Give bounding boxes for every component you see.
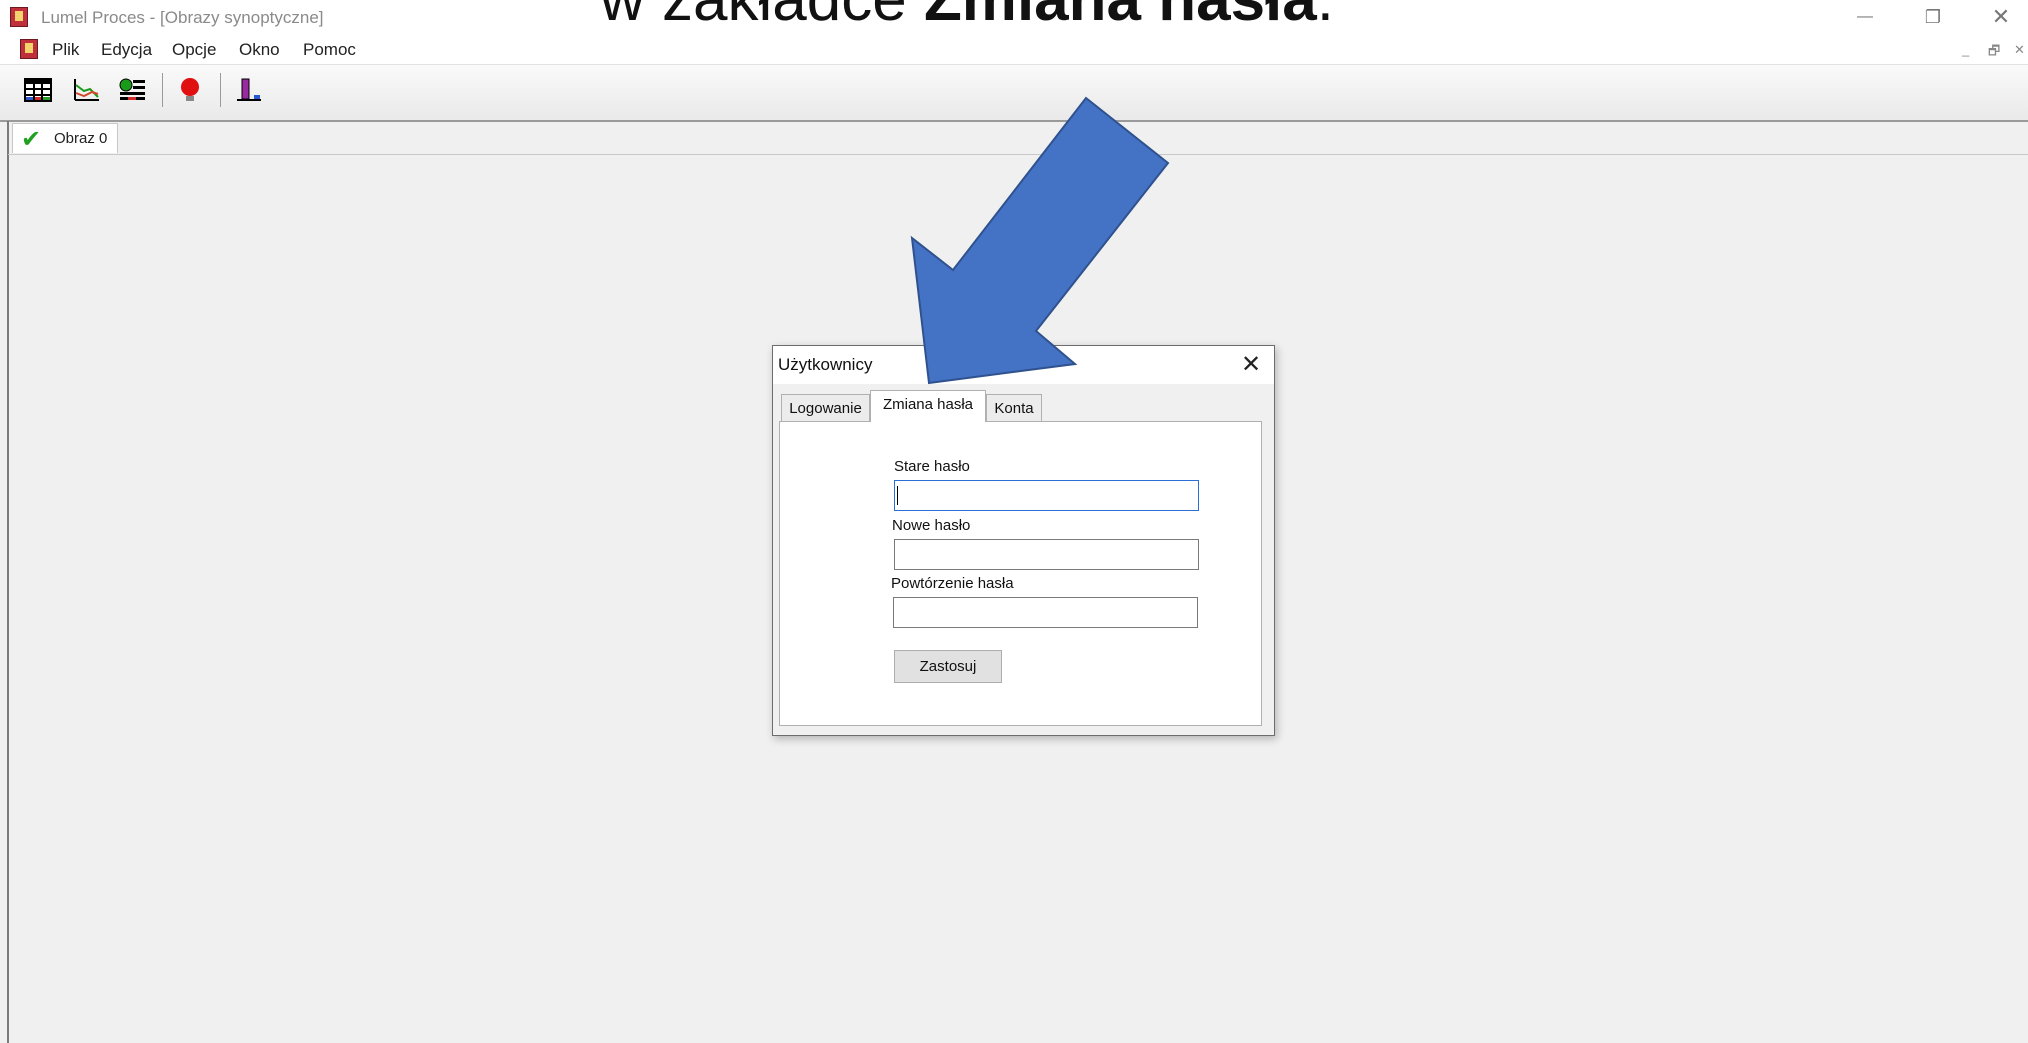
- minimize-button[interactable]: —: [1838, 2, 1892, 32]
- headline-suffix: .: [1317, 0, 1334, 34]
- change-password-panel: Stare hasło Nowe hasło Powtórzenie hasła…: [779, 421, 1262, 726]
- bar-graph-icon[interactable]: [234, 77, 262, 103]
- app-icon: [10, 7, 28, 27]
- menu-pomoc[interactable]: Pomoc: [303, 40, 356, 60]
- headline-caption: w zakładce Zmiana hasła.: [600, 0, 1334, 35]
- text-caret: [897, 486, 898, 505]
- dialog-title: Użytkownicy: [778, 355, 873, 374]
- check-icon: ✔: [21, 126, 42, 153]
- mdi-left-border: [7, 121, 9, 1043]
- old-password-label: Stare hasło: [894, 458, 970, 475]
- headline-prefix: w zakładce: [600, 0, 924, 34]
- menu-edycja[interactable]: Edycja: [101, 40, 152, 60]
- apply-button[interactable]: Zastosuj: [894, 650, 1002, 683]
- new-password-label: Nowe hasło: [892, 517, 971, 534]
- mdi-restore-button[interactable]: 🗗: [1988, 42, 2000, 64]
- old-password-input[interactable]: [894, 480, 1199, 511]
- tab-obraz-0[interactable]: ✔ Obraz 0: [12, 123, 118, 153]
- alarm-bulb-icon[interactable]: [176, 77, 204, 103]
- tab-konta[interactable]: Konta: [986, 394, 1042, 421]
- menu-opcje[interactable]: Opcje: [172, 40, 216, 60]
- mdi-close-button[interactable]: ✕: [2014, 42, 2025, 58]
- dialog-title-bar: Użytkownicy ✕: [773, 346, 1274, 384]
- repeat-password-label: Powtórzenie hasła: [891, 575, 1014, 592]
- tab-obraz-0-label: Obraz 0: [54, 130, 108, 147]
- mdi-minimize-button[interactable]: _: [1962, 42, 1969, 57]
- menu-okno[interactable]: Okno: [239, 40, 280, 60]
- close-button[interactable]: ✕: [1974, 2, 2028, 32]
- list-icon[interactable]: [118, 77, 146, 103]
- menu-bar: Plik Edycja Opcje Okno Pomoc _ 🗗 ✕: [0, 36, 2028, 65]
- restore-button[interactable]: ❐: [1906, 2, 1960, 32]
- toolbar: [0, 65, 2028, 122]
- toolbar-separator: [220, 73, 221, 107]
- headline-bold: Zmiana hasła: [924, 0, 1317, 34]
- tab-logowanie[interactable]: Logowanie: [781, 394, 870, 421]
- mdi-doc-icon: [20, 39, 38, 59]
- users-dialog: Użytkownicy ✕ Logowanie Zmiana hasła Kon…: [772, 345, 1275, 736]
- new-password-input[interactable]: [894, 539, 1199, 570]
- repeat-password-input[interactable]: [893, 597, 1198, 628]
- window-title: Lumel Proces - [Obrazy synoptyczne]: [41, 8, 324, 27]
- menu-plik[interactable]: Plik: [52, 40, 79, 60]
- tab-zmiana-hasla[interactable]: Zmiana hasła: [870, 390, 986, 422]
- dialog-close-icon[interactable]: ✕: [1236, 350, 1266, 379]
- toolbar-separator: [162, 73, 163, 107]
- document-tab-strip: ✔ Obraz 0: [8, 121, 2028, 155]
- chart-icon[interactable]: [72, 77, 100, 103]
- table-icon[interactable]: [24, 77, 52, 103]
